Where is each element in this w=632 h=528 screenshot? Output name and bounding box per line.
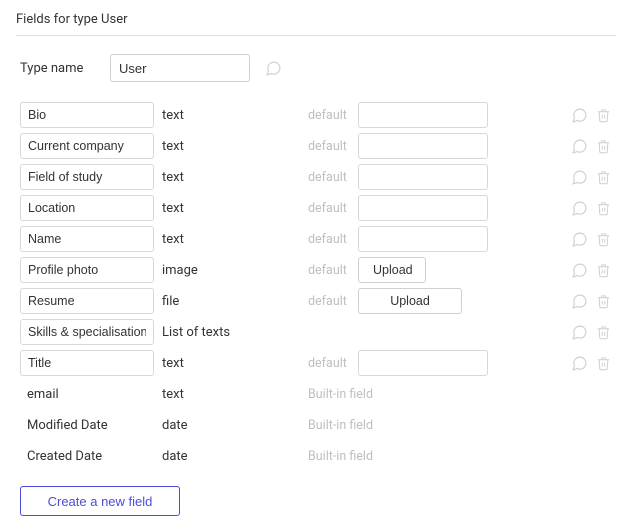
trash-icon[interactable] (594, 230, 612, 248)
default-value-input[interactable] (358, 350, 488, 376)
builtin-field-name: Created Date (20, 449, 158, 464)
builtin-field-row: Modified DatedateBuilt-in field (20, 410, 616, 440)
builtin-field-row: emailtextBuilt-in field (20, 379, 616, 409)
comment-icon[interactable] (570, 354, 588, 372)
field-row: textdefault (20, 224, 616, 254)
default-label: default (308, 201, 358, 216)
builtin-field-name: email (20, 387, 158, 402)
field-type: file (158, 294, 308, 309)
default-value-input[interactable] (358, 195, 488, 221)
builtin-field-name: Modified Date (20, 418, 158, 433)
default-value-input[interactable] (358, 226, 488, 252)
trash-icon[interactable] (594, 292, 612, 310)
field-name-input[interactable] (20, 226, 154, 252)
builtin-label: Built-in field (308, 387, 494, 402)
field-type: text (158, 108, 308, 123)
field-row: textdefault (20, 193, 616, 223)
field-row: textdefault (20, 162, 616, 192)
default-value-input[interactable] (358, 102, 488, 128)
row-actions (494, 261, 616, 279)
field-name-input[interactable] (20, 102, 154, 128)
row-actions (494, 199, 616, 217)
type-name-row: Type name (16, 54, 616, 82)
comment-icon[interactable] (264, 59, 282, 77)
builtin-label: Built-in field (308, 449, 494, 464)
row-actions (494, 230, 616, 248)
upload-button[interactable]: Upload (358, 288, 462, 314)
row-actions (494, 168, 616, 186)
builtin-field-row: Created DatedateBuilt-in field (20, 441, 616, 471)
comment-icon[interactable] (570, 323, 588, 341)
trash-icon[interactable] (594, 168, 612, 186)
trash-icon[interactable] (594, 106, 612, 124)
type-name-input[interactable] (110, 54, 250, 82)
field-type: text (158, 139, 308, 154)
builtin-label: Built-in field (308, 418, 494, 433)
field-type: image (158, 263, 308, 278)
default-label: default (308, 170, 358, 185)
default-value-input[interactable] (358, 133, 488, 159)
field-row: textdefault (20, 131, 616, 161)
comment-icon[interactable] (570, 261, 588, 279)
comment-icon[interactable] (570, 106, 588, 124)
type-name-label: Type name (20, 61, 96, 76)
builtin-field-type: date (158, 418, 308, 433)
comment-icon[interactable] (570, 168, 588, 186)
create-field-button[interactable]: Create a new field (20, 486, 180, 516)
field-name-input[interactable] (20, 195, 154, 221)
row-actions (494, 292, 616, 310)
field-type: List of texts (158, 325, 308, 340)
default-label: default (308, 139, 358, 154)
default-label: default (308, 263, 358, 278)
default-value-input[interactable] (358, 164, 488, 190)
field-name-input[interactable] (20, 257, 154, 283)
field-type: text (158, 170, 308, 185)
comment-icon[interactable] (570, 292, 588, 310)
field-row: textdefault (20, 348, 616, 378)
field-name-input[interactable] (20, 133, 154, 159)
default-label: default (308, 232, 358, 247)
trash-icon[interactable] (594, 137, 612, 155)
field-type: text (158, 201, 308, 216)
field-name-input[interactable] (20, 319, 154, 345)
builtin-field-type: text (158, 387, 308, 402)
upload-button[interactable]: Upload (358, 257, 426, 283)
field-row: imagedefaultUpload (20, 255, 616, 285)
field-row: textdefault (20, 100, 616, 130)
field-row: filedefaultUpload (20, 286, 616, 316)
field-row: List of texts (20, 317, 616, 347)
field-type: text (158, 356, 308, 371)
page-title: Fields for type User (16, 12, 616, 27)
comment-icon[interactable] (570, 137, 588, 155)
row-actions (494, 354, 616, 372)
fields-list: textdefaulttextdefaulttextdefaulttextdef… (16, 100, 616, 378)
default-label: default (308, 294, 358, 309)
comment-icon[interactable] (570, 199, 588, 217)
separator (16, 35, 616, 36)
field-name-input[interactable] (20, 164, 154, 190)
field-name-input[interactable] (20, 288, 154, 314)
comment-icon[interactable] (570, 230, 588, 248)
builtin-field-type: date (158, 449, 308, 464)
row-actions (494, 106, 616, 124)
trash-icon[interactable] (594, 354, 612, 372)
trash-icon[interactable] (594, 261, 612, 279)
default-label: default (308, 356, 358, 371)
row-actions (494, 137, 616, 155)
trash-icon[interactable] (594, 199, 612, 217)
row-actions (494, 323, 616, 341)
field-type: text (158, 232, 308, 247)
trash-icon[interactable] (594, 323, 612, 341)
field-name-input[interactable] (20, 350, 154, 376)
default-label: default (308, 108, 358, 123)
